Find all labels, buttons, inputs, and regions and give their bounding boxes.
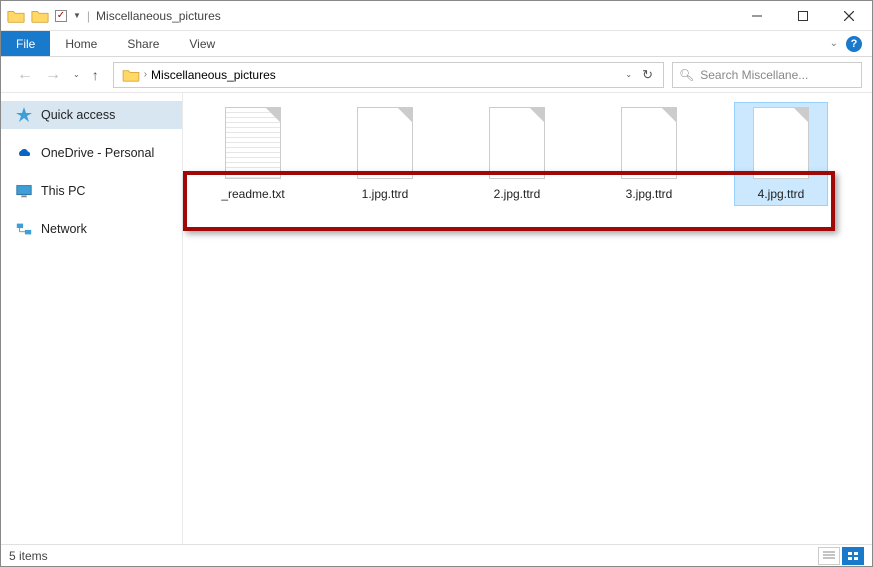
address-dropdown-icon[interactable]: ⌄ [625,70,632,79]
content-pane[interactable]: _readme.txt 1.jpg.ttrd 2.jpg.ttrd 3.jpg.ttr… [183,93,872,544]
view-details-button[interactable] [818,547,840,565]
sidebar-item-quickaccess[interactable]: Quick access [1,101,182,129]
tab-home[interactable]: Home [50,31,112,56]
refresh-icon[interactable]: ↻ [642,67,653,83]
ribbon-collapse-icon[interactable]: ⌄ [830,38,838,49]
breadcrumb-item[interactable]: Miscellaneous_pictures [151,68,276,82]
folder-qat-icon [7,7,25,25]
generic-file-icon [753,107,809,179]
folder-qat2-icon [31,7,49,25]
sidebar-item-thispc[interactable]: This PC [1,177,182,205]
statusbar: 5 items [1,544,872,566]
window-controls [734,1,872,30]
up-button[interactable]: ↑ [92,67,99,83]
minimize-button[interactable] [734,1,780,31]
text-file-icon [225,107,281,179]
maximize-button[interactable] [780,1,826,31]
file-item[interactable]: 2.jpg.ttrd [471,103,563,205]
qat-dropdown-icon[interactable]: ▼ [73,11,81,20]
file-item[interactable]: 4.jpg.ttrd [735,103,827,205]
sidebar-item-network[interactable]: Network [1,215,182,243]
file-grid: _readme.txt 1.jpg.ttrd 2.jpg.ttrd 3.jpg.ttr… [189,103,866,205]
titlebar: ✓ ▼ | Miscellaneous_pictures [1,1,872,31]
file-item[interactable]: _readme.txt [207,103,299,205]
generic-file-icon [489,107,545,179]
ribbon-tabs: File Home Share View ⌄ ? [1,31,872,57]
breadcrumb-chevron-icon[interactable]: › [144,69,147,80]
window-title: Miscellaneous_pictures [96,9,221,23]
quick-access-toolbar: ✓ ▼ [7,7,81,25]
tab-view[interactable]: View [174,31,230,56]
thispc-icon [15,182,33,200]
file-label: _readme.txt [221,187,284,201]
file-label: 3.jpg.ttrd [626,187,673,201]
onedrive-icon [15,144,33,162]
network-icon [15,220,33,238]
quickaccess-icon [15,106,33,124]
close-button[interactable] [826,1,872,31]
sidebar-item-label: Network [41,222,87,236]
help-icon[interactable]: ? [846,36,862,52]
navigation-pane: Quick access OneDrive - Personal This PC… [1,93,183,544]
sidebar-item-label: OneDrive - Personal [41,146,154,160]
back-button[interactable]: ← [17,66,33,84]
tab-share[interactable]: Share [112,31,174,56]
status-count: 5 items [9,549,48,563]
history-dropdown-icon[interactable]: ⌄ [73,70,80,79]
tab-file[interactable]: File [1,31,50,56]
address-bar[interactable]: › Miscellaneous_pictures ⌄ ↻ [113,62,664,88]
sidebar-item-label: This PC [41,184,85,198]
file-label: 2.jpg.ttrd [494,187,541,201]
search-placeholder: Search Miscellane... [700,68,808,82]
file-label: 4.jpg.ttrd [758,187,805,201]
generic-file-icon [621,107,677,179]
title-separator: | [87,9,90,23]
nav-row: ← → ⌄ ↑ › Miscellaneous_pictures ⌄ ↻ 🔍︎ … [1,57,872,93]
search-input[interactable]: 🔍︎ Search Miscellane... [672,62,862,88]
forward-button[interactable]: → [45,66,61,84]
view-largeicons-button[interactable] [842,547,864,565]
generic-file-icon [357,107,413,179]
file-item[interactable]: 3.jpg.ttrd [603,103,695,205]
sidebar-item-label: Quick access [41,108,115,122]
file-item[interactable]: 1.jpg.ttrd [339,103,431,205]
file-label: 1.jpg.ttrd [362,187,409,201]
qat-checkbox-icon[interactable]: ✓ [55,10,67,22]
address-folder-icon [122,68,140,82]
sidebar-item-onedrive[interactable]: OneDrive - Personal [1,139,182,167]
search-icon: 🔍︎ [679,68,694,82]
